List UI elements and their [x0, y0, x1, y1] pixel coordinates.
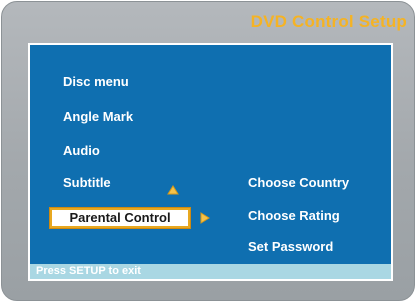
menu-screen: Disc menu Angle Mark Audio Subtitle Pare…	[28, 43, 393, 281]
right-arrow-icon	[200, 212, 210, 224]
status-bar: Press SETUP to exit	[30, 264, 391, 279]
menu-item-subtitle[interactable]: Subtitle	[63, 175, 111, 190]
up-arrow-icon	[167, 185, 179, 195]
menu-item-parental-control-label: Parental Control	[69, 210, 171, 225]
menu-item-angle-mark[interactable]: Angle Mark	[63, 109, 133, 124]
menu-item-audio[interactable]: Audio	[63, 143, 100, 158]
submenu-item-choose-rating[interactable]: Choose Rating	[248, 208, 340, 223]
submenu-item-set-password[interactable]: Set Password	[248, 239, 333, 254]
status-text: Press SETUP to exit	[36, 265, 141, 277]
panel-title: DVD Control Setup	[250, 12, 407, 31]
menu-item-disc-menu[interactable]: Disc menu	[63, 74, 129, 89]
menu-item-parental-control[interactable]: Parental Control	[49, 207, 191, 229]
submenu-item-choose-country[interactable]: Choose Country	[248, 175, 349, 190]
dvd-setup-panel: DVD Control Setup Disc menu Angle Mark A…	[1, 1, 415, 301]
